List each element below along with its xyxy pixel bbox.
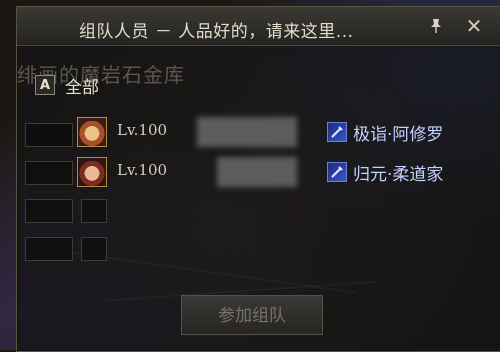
member-level: Lv.100 bbox=[117, 121, 168, 139]
join-party-button[interactable]: 参加组队 bbox=[181, 295, 323, 335]
pin-icon[interactable] bbox=[427, 17, 445, 35]
member-row[interactable]: Lv.100 归元·柔道家 bbox=[77, 157, 497, 191]
blurred-player-name bbox=[197, 117, 297, 147]
filter-label: 全部 bbox=[65, 78, 99, 98]
empty-slot bbox=[25, 237, 73, 261]
member-row[interactable]: Lv.100 极诣·阿修罗 bbox=[77, 117, 497, 151]
sword-icon bbox=[327, 162, 347, 182]
member-class: 极诣·阿修罗 bbox=[353, 125, 444, 145]
window-title: 组队人员 － 人品好的，请来这里... bbox=[79, 22, 354, 42]
empty-slot bbox=[25, 123, 73, 147]
empty-slot bbox=[25, 199, 73, 223]
empty-slot bbox=[81, 199, 107, 223]
filter-icon: A bbox=[35, 75, 55, 95]
window-titlebar[interactable]: 组队人员 － 人品好的，请来这里... ✕ bbox=[17, 7, 500, 46]
member-level: Lv.100 bbox=[117, 161, 168, 179]
character-portrait-icon bbox=[77, 157, 107, 187]
empty-slot bbox=[81, 237, 107, 261]
character-portrait-icon bbox=[77, 117, 107, 147]
sword-icon bbox=[327, 122, 347, 142]
empty-slot bbox=[25, 161, 73, 185]
member-class: 归元·柔道家 bbox=[353, 165, 444, 185]
blurred-player-name bbox=[217, 157, 297, 187]
party-members-window: 组队人员 － 人品好的，请来这里... ✕ 绯画的魔岩石金库 A 全部 Lv.1… bbox=[16, 6, 500, 352]
close-icon[interactable]: ✕ bbox=[463, 15, 485, 37]
